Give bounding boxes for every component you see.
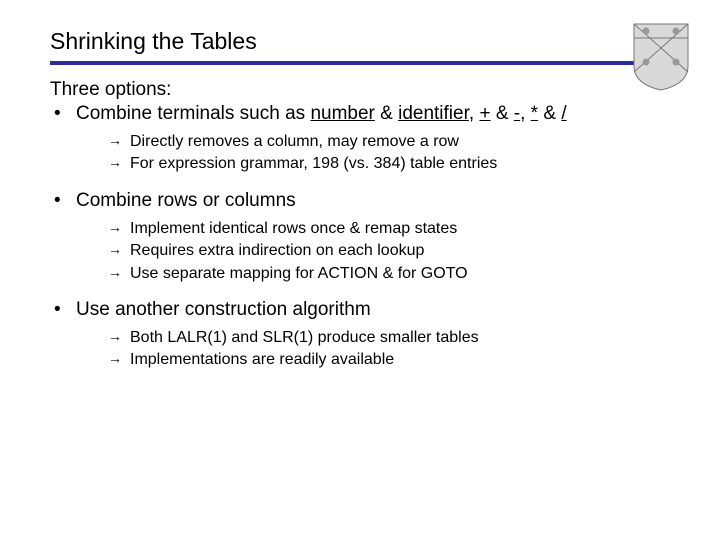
sub-list: Directly removes a column, may remove a … xyxy=(76,131,670,176)
sub-list-item: Both LALR(1) and SLR(1) produce smaller … xyxy=(108,327,670,349)
sub-list-item: For expression grammar, 198 (vs. 384) ta… xyxy=(108,153,670,175)
slide-title: Shrinking the Tables xyxy=(50,28,670,55)
main-list: Combine terminals such as number & ident… xyxy=(50,103,670,372)
sub-list: Both LALR(1) and SLR(1) produce smaller … xyxy=(76,327,670,372)
list-item-text: Use another construction algorithm xyxy=(76,299,371,320)
list-item-text: Combine rows or columns xyxy=(76,190,296,211)
title-rule xyxy=(50,61,670,65)
list-item: Combine terminals such as number & ident… xyxy=(50,103,670,176)
sub-list-item: Use separate mapping for ACTION & for GO… xyxy=(108,263,670,285)
sub-list-item: Implement identical rows once & remap st… xyxy=(108,218,670,240)
sub-list-item: Directly removes a column, may remove a … xyxy=(108,131,670,153)
crest-icon xyxy=(632,22,690,92)
sub-list-item: Implementations are readily available xyxy=(108,349,670,371)
list-item-text: Combine terminals such as number & ident… xyxy=(76,103,567,124)
intro-text: Three options: xyxy=(50,79,670,101)
sub-list: Implement identical rows once & remap st… xyxy=(76,218,670,285)
list-item: Combine rows or columns Implement identic… xyxy=(50,190,670,285)
sub-list-item: Requires extra indirection on each looku… xyxy=(108,240,670,262)
list-item: Use another construction algorithm Both L… xyxy=(50,299,670,372)
